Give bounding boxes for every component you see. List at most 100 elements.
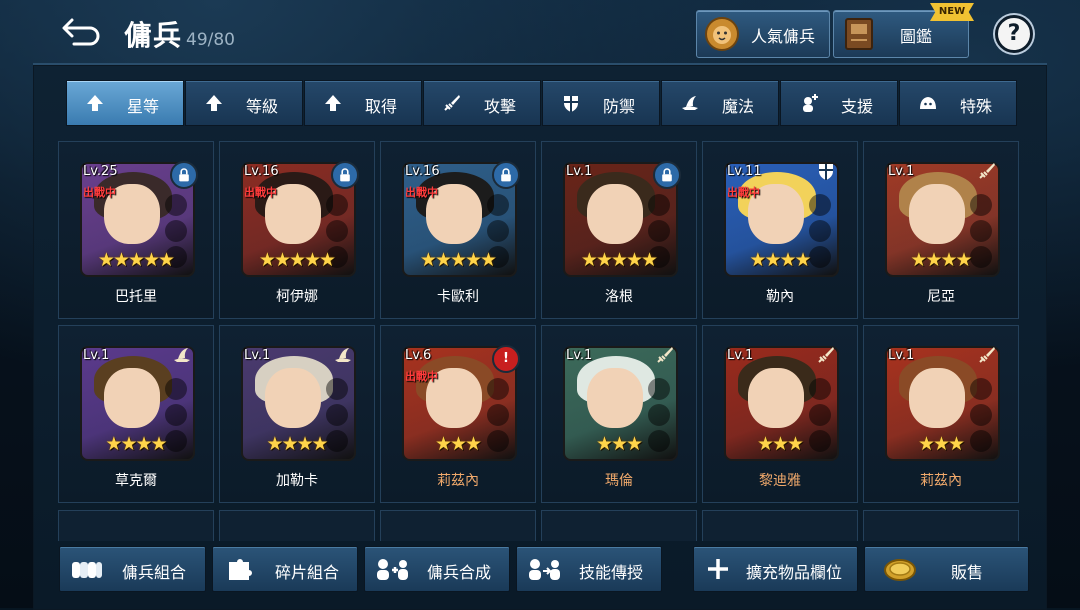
puzzle-icon xyxy=(229,559,252,580)
skill-transfer-icon xyxy=(529,559,560,580)
unit-card[interactable]: Lv.1 ★★★ 黎迪雅 xyxy=(702,325,858,503)
back-arrow-icon xyxy=(62,18,100,46)
unit-level: Lv.11 xyxy=(727,164,762,179)
unit-card-partial[interactable] xyxy=(58,510,214,541)
back-button[interactable] xyxy=(60,14,104,50)
tab-1[interactable]: 星等 xyxy=(66,80,184,126)
popular-units-label: 人氣傭兵 xyxy=(751,27,816,46)
unit-card-partial[interactable] xyxy=(541,510,697,541)
unit-name: 巴托里 xyxy=(115,289,157,305)
witch-hat-icon xyxy=(170,345,194,369)
unit-card[interactable]: Lv.1 ★★★★ 草克爾 xyxy=(58,325,214,503)
lock-icon[interactable] xyxy=(331,161,359,189)
tab-8[interactable]: 特殊 xyxy=(899,80,1017,126)
unit-level: Lv.16 xyxy=(405,164,440,179)
unit-name: 黎迪雅 xyxy=(759,473,801,489)
unit-card-partial[interactable] xyxy=(702,510,858,541)
gold-coin-icon xyxy=(884,559,916,581)
unit-name: 草克爾 xyxy=(115,473,157,489)
unit-card[interactable]: Lv.6 出戰中! ★★★ 莉茲內 xyxy=(380,325,536,503)
help-button[interactable]: ? xyxy=(995,15,1033,53)
witch-hat-icon xyxy=(331,345,355,369)
unit-card[interactable]: Lv.25 出戰中 ★★★★★ 巴托里 xyxy=(58,141,214,319)
tab-label: 取得 xyxy=(365,97,398,116)
support-icon xyxy=(799,93,819,113)
lock-icon[interactable] xyxy=(170,161,198,189)
deployed-tag: 出戰中 xyxy=(727,186,760,199)
fragment-combine-button[interactable]: 碎片組合 xyxy=(212,546,358,592)
star-rating: ★★★★ xyxy=(105,433,167,455)
unit-level: Lv.6 xyxy=(405,348,432,363)
unit-card[interactable]: Lv.1 ★★★ 莉茲內 xyxy=(863,325,1019,503)
popular-units-button[interactable]: 人氣傭兵 xyxy=(696,10,830,58)
tab-label: 魔法 xyxy=(722,97,755,116)
shield-icon xyxy=(814,161,838,185)
unit-card-partial[interactable] xyxy=(380,510,536,541)
tab-3[interactable]: 取得 xyxy=(304,80,422,126)
unit-level: Lv.1 xyxy=(888,348,915,363)
unit-name: 柯伊娜 xyxy=(276,289,318,305)
arrow-up-icon xyxy=(85,93,105,113)
unit-level: Lv.1 xyxy=(727,348,754,363)
tab-7[interactable]: 支援 xyxy=(780,80,898,126)
plus-icon xyxy=(708,559,728,579)
star-rating: ★★★★ xyxy=(266,433,328,455)
deployed-tag: 出戰中 xyxy=(244,186,277,199)
sword-icon xyxy=(975,345,999,369)
unit-level: Lv.16 xyxy=(244,164,279,179)
lion-icon xyxy=(705,17,739,51)
unit-combine-button[interactable]: 傭兵組合 xyxy=(59,546,206,592)
unit-plus-icon xyxy=(377,559,408,580)
sword-icon xyxy=(975,161,999,185)
tab-2[interactable]: 等級 xyxy=(185,80,303,126)
unit-card[interactable]: Lv.1 ★★★★ 加勒卡 xyxy=(219,325,375,503)
unit-synthesis-label: 傭兵合成 xyxy=(427,563,492,582)
star-rating: ★★★★★ xyxy=(258,249,336,271)
star-rating: ★★★ xyxy=(917,433,965,455)
unit-name: 瑪倫 xyxy=(605,473,633,489)
unit-card-partial[interactable] xyxy=(863,510,1019,541)
shield-icon xyxy=(561,93,581,113)
tab-label: 星等 xyxy=(127,97,160,116)
tab-6[interactable]: 魔法 xyxy=(661,80,779,126)
star-rating: ★★★★ xyxy=(749,249,811,271)
unit-card[interactable]: Lv.16 出戰中 ★★★★★ 卡歐利 xyxy=(380,141,536,319)
tab-5[interactable]: 防禦 xyxy=(542,80,660,126)
deployed-tag: 出戰中 xyxy=(405,186,438,199)
expand-inventory-button[interactable]: 擴充物品欄位 xyxy=(693,546,858,592)
unit-card[interactable]: Lv.16 出戰中 ★★★★★ 柯伊娜 xyxy=(219,141,375,319)
tab-4[interactable]: 攻擊 xyxy=(423,80,541,126)
unit-synthesis-button[interactable]: 傭兵合成 xyxy=(364,546,510,592)
lock-icon[interactable] xyxy=(492,161,520,189)
unit-card[interactable]: Lv.1 ★★★★★ 洛根 xyxy=(541,141,697,319)
unit-card-partial[interactable] xyxy=(219,510,375,541)
unit-name: 勒內 xyxy=(766,289,794,305)
deployed-tag: 出戰中 xyxy=(405,370,438,383)
unit-level: Lv.1 xyxy=(566,164,593,179)
unit-level: Lv.1 xyxy=(83,348,110,363)
slime-icon xyxy=(918,93,938,113)
star-rating: ★★★ xyxy=(756,433,804,455)
sword-icon xyxy=(653,345,677,369)
unit-name: 尼亞 xyxy=(927,289,955,305)
unit-name: 莉茲內 xyxy=(437,473,479,489)
arrow-up-icon xyxy=(323,93,343,113)
deployed-tag: 出戰中 xyxy=(83,186,116,199)
skill-transfer-button[interactable]: 技能傳授 xyxy=(516,546,662,592)
tab-label: 防禦 xyxy=(603,97,636,116)
sell-button[interactable]: 販售 xyxy=(864,546,1029,592)
lock-icon[interactable] xyxy=(653,161,681,189)
unit-card[interactable]: Lv.1 ★★★★ 尼亞 xyxy=(863,141,1019,319)
unit-level: Lv.1 xyxy=(888,164,915,179)
unit-name: 加勒卡 xyxy=(276,473,318,489)
unit-card[interactable]: Lv.1 ★★★ 瑪倫 xyxy=(541,325,697,503)
star-rating: ★★★★★ xyxy=(97,249,175,271)
new-badge: NEW xyxy=(930,3,974,21)
arrow-up-icon xyxy=(204,93,224,113)
unit-card[interactable]: Lv.11 出戰中 ★★★★ 勒內 xyxy=(702,141,858,319)
sword-icon xyxy=(442,93,462,113)
codex-label: 圖鑑 xyxy=(900,27,933,46)
sell-label: 販售 xyxy=(951,563,984,582)
unit-combine-label: 傭兵組合 xyxy=(122,563,187,582)
unit-level: Lv.1 xyxy=(244,348,271,363)
